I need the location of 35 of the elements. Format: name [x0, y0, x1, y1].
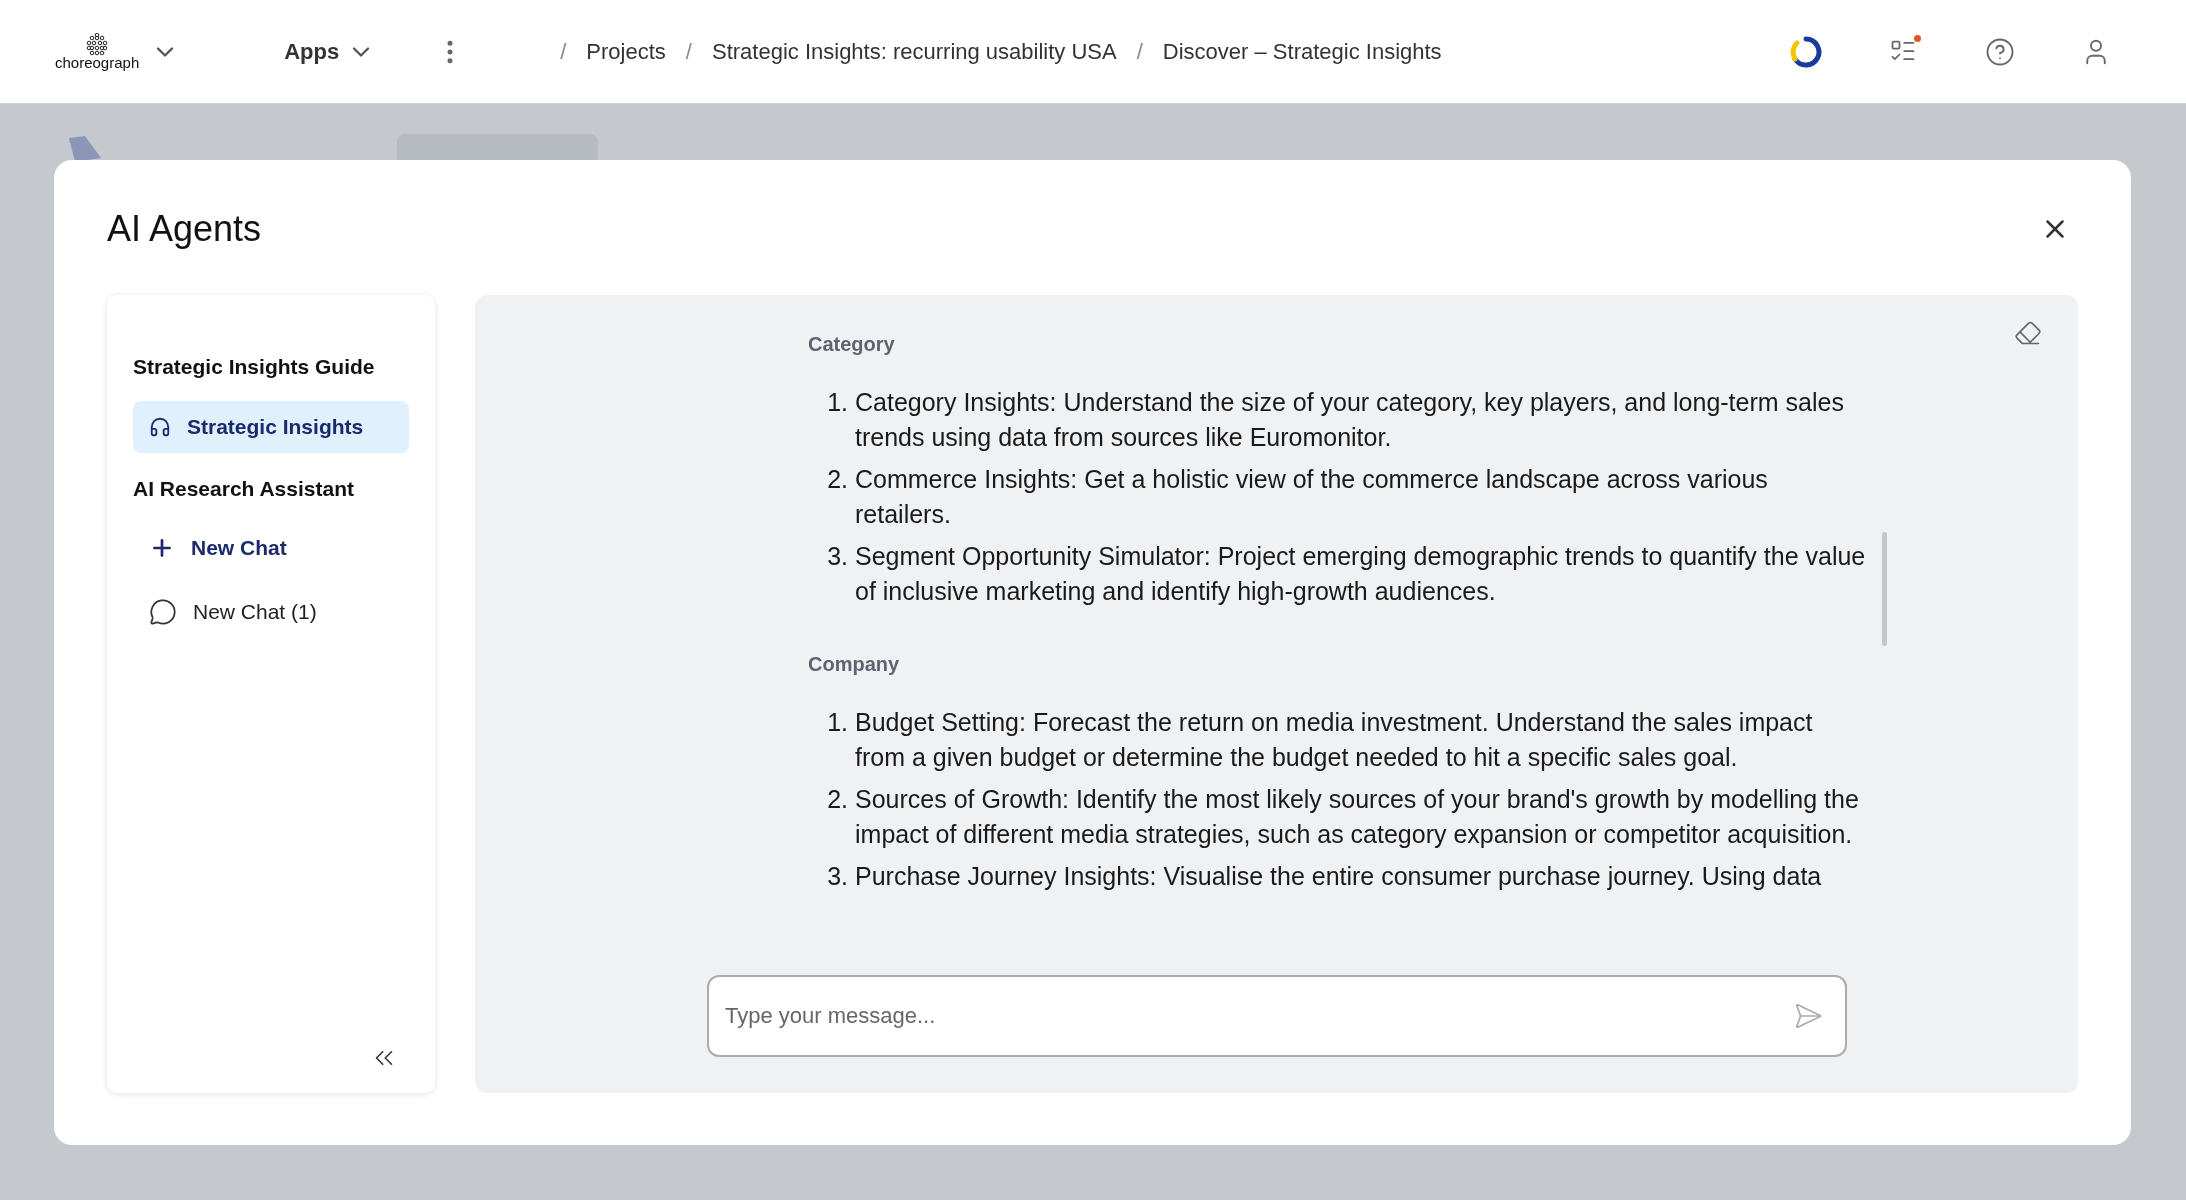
chat-bubble-icon [149, 598, 177, 626]
message-input[interactable]: Type your message... [707, 975, 1847, 1057]
list-number: 2. [826, 464, 849, 495]
sidebar-item[interactable]: New Chat [133, 522, 409, 574]
section-heading: AI Research Assistant [133, 475, 355, 502]
list-item-text: Sources of Growth: Identify the most likely sources of your brand's growth by modelling the impact of different media strategies, such as category expansion or competitor acquisition. [855, 784, 1860, 850]
list-number: 3. [826, 541, 849, 572]
section-heading: Strategic Insights Guide [133, 354, 376, 380]
list-item-text: Segment Opportunity Simulator: Project emerging demographic trends to quantify the value of inclusive marketing and identify high-growth audiences. [855, 541, 1867, 607]
section-heading: Company [808, 652, 901, 677]
list-item-text: Budget Setting: Forecast the return on media investment. Understand the sales impact from a given budget or determine the budget needed to hit a specific sales goal. [855, 707, 1814, 773]
breadcrumb-separator: / [1136, 38, 1143, 66]
modal-title: AI Agents [107, 206, 262, 251]
scrollbar[interactable] [1882, 532, 1887, 646]
section-heading: Category [808, 332, 896, 357]
loading-ring-icon [1789, 34, 1823, 69]
breadcrumb-link[interactable]: Projects [586, 35, 666, 68]
list-item-text: Category Insights: Understand the size of your category, key players, and long-term sales trends using data from sources like Euromonitor. [855, 387, 1845, 453]
breadcrumb-separator: / [685, 38, 692, 66]
list-number: 3. [826, 861, 849, 892]
logo-text: choreograph [55, 55, 140, 70]
list-number: 2. [826, 784, 849, 815]
breadcrumb-link[interactable]: Discover – Strategic Insights [1162, 35, 1442, 68]
list-item-text: Commerce Insights: Get a holistic view of the commerce landscape across various retailers. [855, 464, 1769, 530]
headset-icon [149, 415, 171, 438]
help-icon[interactable] [1985, 36, 2015, 67]
sidebar-item[interactable]: New Chat (1) [133, 586, 409, 638]
sidebar-item[interactable]: Strategic Insights [133, 400, 409, 453]
eraser-icon[interactable] [2014, 319, 2042, 347]
apps-menu[interactable]: Apps [284, 35, 376, 68]
list-number: 1. [826, 707, 849, 738]
breadcrumb-link[interactable]: Strategic Insights: recurring usability USA [711, 35, 1117, 68]
list-number: 1. [826, 387, 849, 418]
breadcrumb-separator: / [560, 38, 567, 66]
list-item-text: Purchase Journey Insights: Visualise the entire consumer purchase journey. Using data [855, 861, 1822, 892]
